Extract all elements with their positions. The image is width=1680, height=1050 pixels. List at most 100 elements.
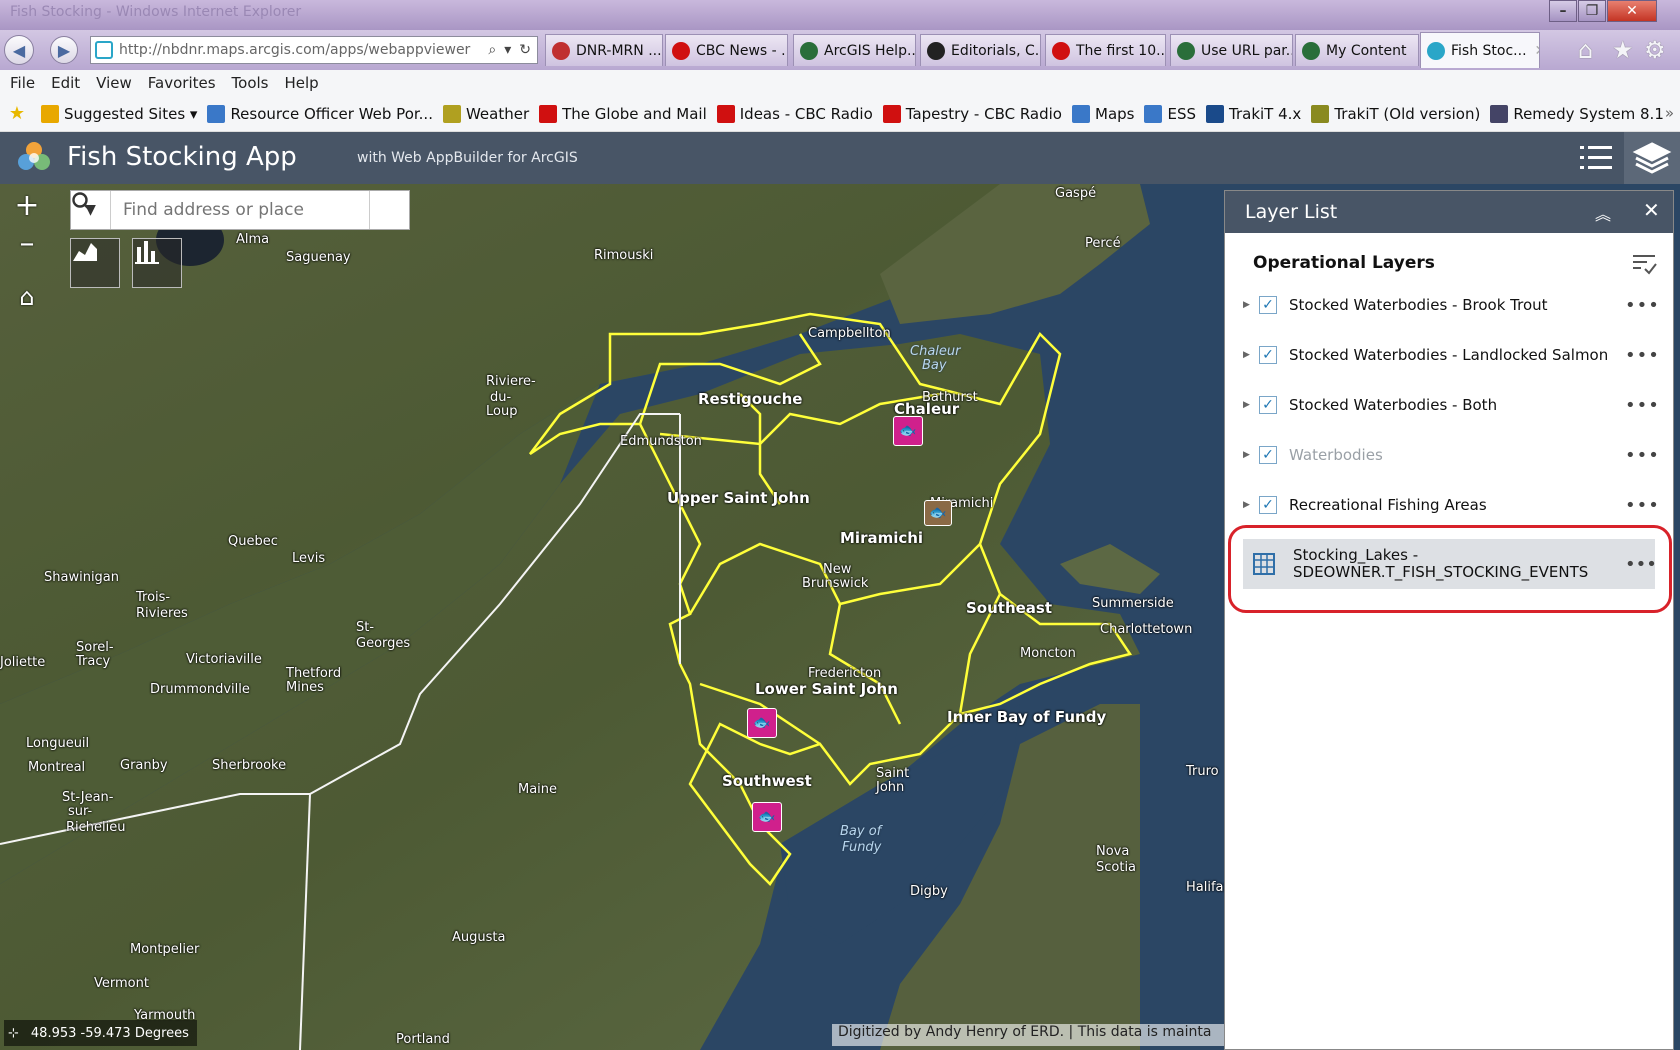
- menu-file[interactable]: File: [10, 74, 35, 92]
- close-window-button[interactable]: ✕: [1607, 0, 1657, 22]
- favorites-link[interactable]: ■ TrakiT 4.x: [1206, 104, 1301, 123]
- favorites-link[interactable]: ■ ESS: [1144, 104, 1196, 123]
- home-extent-button[interactable]: ⌂: [10, 280, 44, 314]
- more-options-icon[interactable]: •••: [1625, 495, 1659, 516]
- menu-favorites[interactable]: Favorites: [148, 74, 216, 92]
- cbc-icon: [672, 41, 690, 60]
- stocking-marker-icon[interactable]: 🐟: [747, 708, 777, 738]
- maple-leaf-icon: ■: [539, 104, 558, 123]
- place-label: Sherbrooke: [212, 758, 287, 773]
- window-title: Fish Stocking - Windows Internet Explore…: [10, 4, 302, 20]
- browser-tab[interactable]: Use URL par...: [1170, 34, 1293, 66]
- elevation-profile-button[interactable]: [70, 238, 120, 288]
- dropdown-icon[interactable]: ▾: [504, 42, 511, 58]
- elevation-profile-icon: [73, 243, 97, 261]
- search-icon[interactable]: ⌕: [488, 42, 496, 58]
- infographic-button[interactable]: [132, 238, 182, 288]
- browser-tab[interactable]: DNR-MRN ...: [545, 34, 663, 66]
- browser-tab[interactable]: ArcGIS Help...: [793, 34, 916, 66]
- menu-view[interactable]: View: [96, 74, 132, 92]
- favorites-link[interactable]: ■ Suggested Sites ▾: [41, 104, 197, 123]
- search-input[interactable]: [111, 191, 369, 229]
- expand-arrow-icon[interactable]: ▶: [1243, 300, 1255, 310]
- globe-icon: [1302, 41, 1320, 60]
- refresh-icon[interactable]: ↻: [519, 42, 531, 58]
- layer-row[interactable]: ▶ ✓ Stocked Waterbodies - Both •••: [1243, 381, 1659, 429]
- menu-edit[interactable]: Edit: [51, 74, 80, 92]
- layer-row[interactable]: ▶ ✓ Waterbodies •••: [1243, 431, 1659, 479]
- place-label: Tracy: [76, 654, 111, 669]
- layer-list-panel: Layer List ︽ ✕ Operational Layers ▶ ✓ Stoc…: [1224, 190, 1674, 1050]
- menu-help[interactable]: Help: [285, 74, 319, 92]
- favorites-link-label: Ideas - CBC Radio: [739, 104, 873, 123]
- maple-leaf-icon: [1052, 41, 1070, 60]
- layer-row[interactable]: ▶ ✓ Stocked Waterbodies - Landlocked Salmo…: [1243, 331, 1659, 379]
- zoom-out-button[interactable]: –: [10, 226, 44, 261]
- forward-button[interactable]: ▶: [50, 36, 78, 64]
- maximize-button[interactable]: ❐: [1578, 0, 1606, 22]
- more-options-icon[interactable]: •••: [1625, 345, 1659, 366]
- menu-tools[interactable]: Tools: [232, 74, 269, 92]
- address-url[interactable]: http://nbdnr.maps.arcgis.com/apps/webapp…: [119, 42, 482, 58]
- browser-tab[interactable]: CBC News - ...: [665, 34, 788, 66]
- more-options-icon[interactable]: •••: [1625, 395, 1659, 416]
- close-tab-icon[interactable]: ✕: [1535, 43, 1539, 59]
- layer-row[interactable]: ▶ ✓ Stocked Waterbodies - Brook Trout •••: [1243, 281, 1659, 329]
- fishing-area-marker-icon[interactable]: 🐟: [924, 500, 952, 526]
- favorites-star-icon[interactable]: ★: [8, 103, 31, 124]
- browser-tab[interactable]: Fish Stoc... ✕: [1420, 32, 1540, 68]
- chevron-more-icon[interactable]: »: [1665, 104, 1674, 122]
- panel-header: Layer List ︽ ✕: [1225, 191, 1673, 233]
- minimize-button[interactable]: –: [1549, 0, 1577, 22]
- layer-visibility-checkbox[interactable]: ✓: [1259, 446, 1277, 464]
- home-icon[interactable]: ⌂: [1578, 36, 1593, 64]
- expand-arrow-icon[interactable]: ▶: [1243, 500, 1255, 510]
- globe-icon: [1177, 41, 1195, 60]
- favorites-link[interactable]: ■ Remedy System 8.1: [1490, 104, 1664, 123]
- layer-visibility-checkbox[interactable]: ✓: [1259, 346, 1277, 364]
- tab-label: My Content: [1326, 42, 1407, 59]
- favorites-link[interactable]: ■ Weather: [442, 104, 529, 123]
- place-label: sur-: [68, 804, 93, 819]
- tab-label: Fish Stoc...: [1451, 42, 1527, 59]
- favorites-link[interactable]: ■ Maps: [1072, 104, 1134, 123]
- stocking-marker-icon[interactable]: 🐟: [893, 416, 923, 446]
- zoom-in-button[interactable]: +: [10, 188, 44, 223]
- expand-arrow-icon[interactable]: ▶: [1243, 400, 1255, 410]
- layer-list-button[interactable]: [1624, 132, 1680, 184]
- more-options-icon[interactable]: •••: [1625, 295, 1659, 316]
- favorites-star-icon[interactable]: ★: [1612, 36, 1634, 64]
- layer-row[interactable]: ▶ ✓ Recreational Fishing Areas •••: [1243, 481, 1659, 529]
- browser-tab[interactable]: Editorials, C...: [920, 34, 1041, 66]
- more-options-icon[interactable]: •••: [1625, 445, 1659, 466]
- layer-options-menu-icon[interactable]: [1631, 251, 1657, 275]
- legend-list-icon[interactable]: [1578, 142, 1614, 174]
- settings-gear-icon[interactable]: ⚙: [1644, 36, 1666, 64]
- favorites-link[interactable]: ■ Resource Officer Web Por...: [207, 104, 433, 123]
- nyt-icon: [927, 41, 945, 60]
- dnr-icon: [552, 41, 570, 60]
- favorites-link[interactable]: ■ Ideas - CBC Radio: [716, 104, 873, 123]
- favorites-link[interactable]: ■ The Globe and Mail: [539, 104, 707, 123]
- collapse-panel-icon[interactable]: ︽: [1595, 201, 1611, 225]
- panel-title: Layer List: [1245, 201, 1338, 223]
- favorites-link[interactable]: ■ Tapestry - CBC Radio: [882, 104, 1062, 123]
- back-button[interactable]: ◀: [4, 35, 34, 65]
- favorites-link[interactable]: ■ TrakiT (Old version): [1311, 104, 1480, 123]
- browser-tab[interactable]: My Content: [1295, 34, 1419, 66]
- expand-arrow-icon[interactable]: ▶: [1243, 350, 1255, 360]
- close-panel-icon[interactable]: ✕: [1643, 198, 1660, 222]
- stocking-marker-icon[interactable]: 🐟: [752, 802, 782, 832]
- layer-visibility-checkbox[interactable]: ✓: [1259, 396, 1277, 414]
- layer-visibility-checkbox[interactable]: ✓: [1259, 296, 1277, 314]
- layer-name: Stocked Waterbodies - Landlocked Salmon: [1289, 346, 1609, 364]
- browser-tab[interactable]: The first 10...: [1045, 34, 1166, 66]
- layer-visibility-checkbox[interactable]: ✓: [1259, 496, 1277, 514]
- water-label: Bay: [922, 358, 947, 373]
- favorites-link-label: Remedy System 8.1: [1513, 104, 1664, 123]
- expand-arrow-icon[interactable]: ▶: [1243, 450, 1255, 460]
- address-bar[interactable]: http://nbdnr.maps.arcgis.com/apps/webapp…: [90, 36, 538, 64]
- crosshair-icon[interactable]: ⊹: [8, 1026, 19, 1041]
- favorites-bar: ★ ■ Suggested Sites ▾ ■ Resource Officer We…: [0, 96, 1680, 132]
- search-button[interactable]: [72, 191, 409, 229]
